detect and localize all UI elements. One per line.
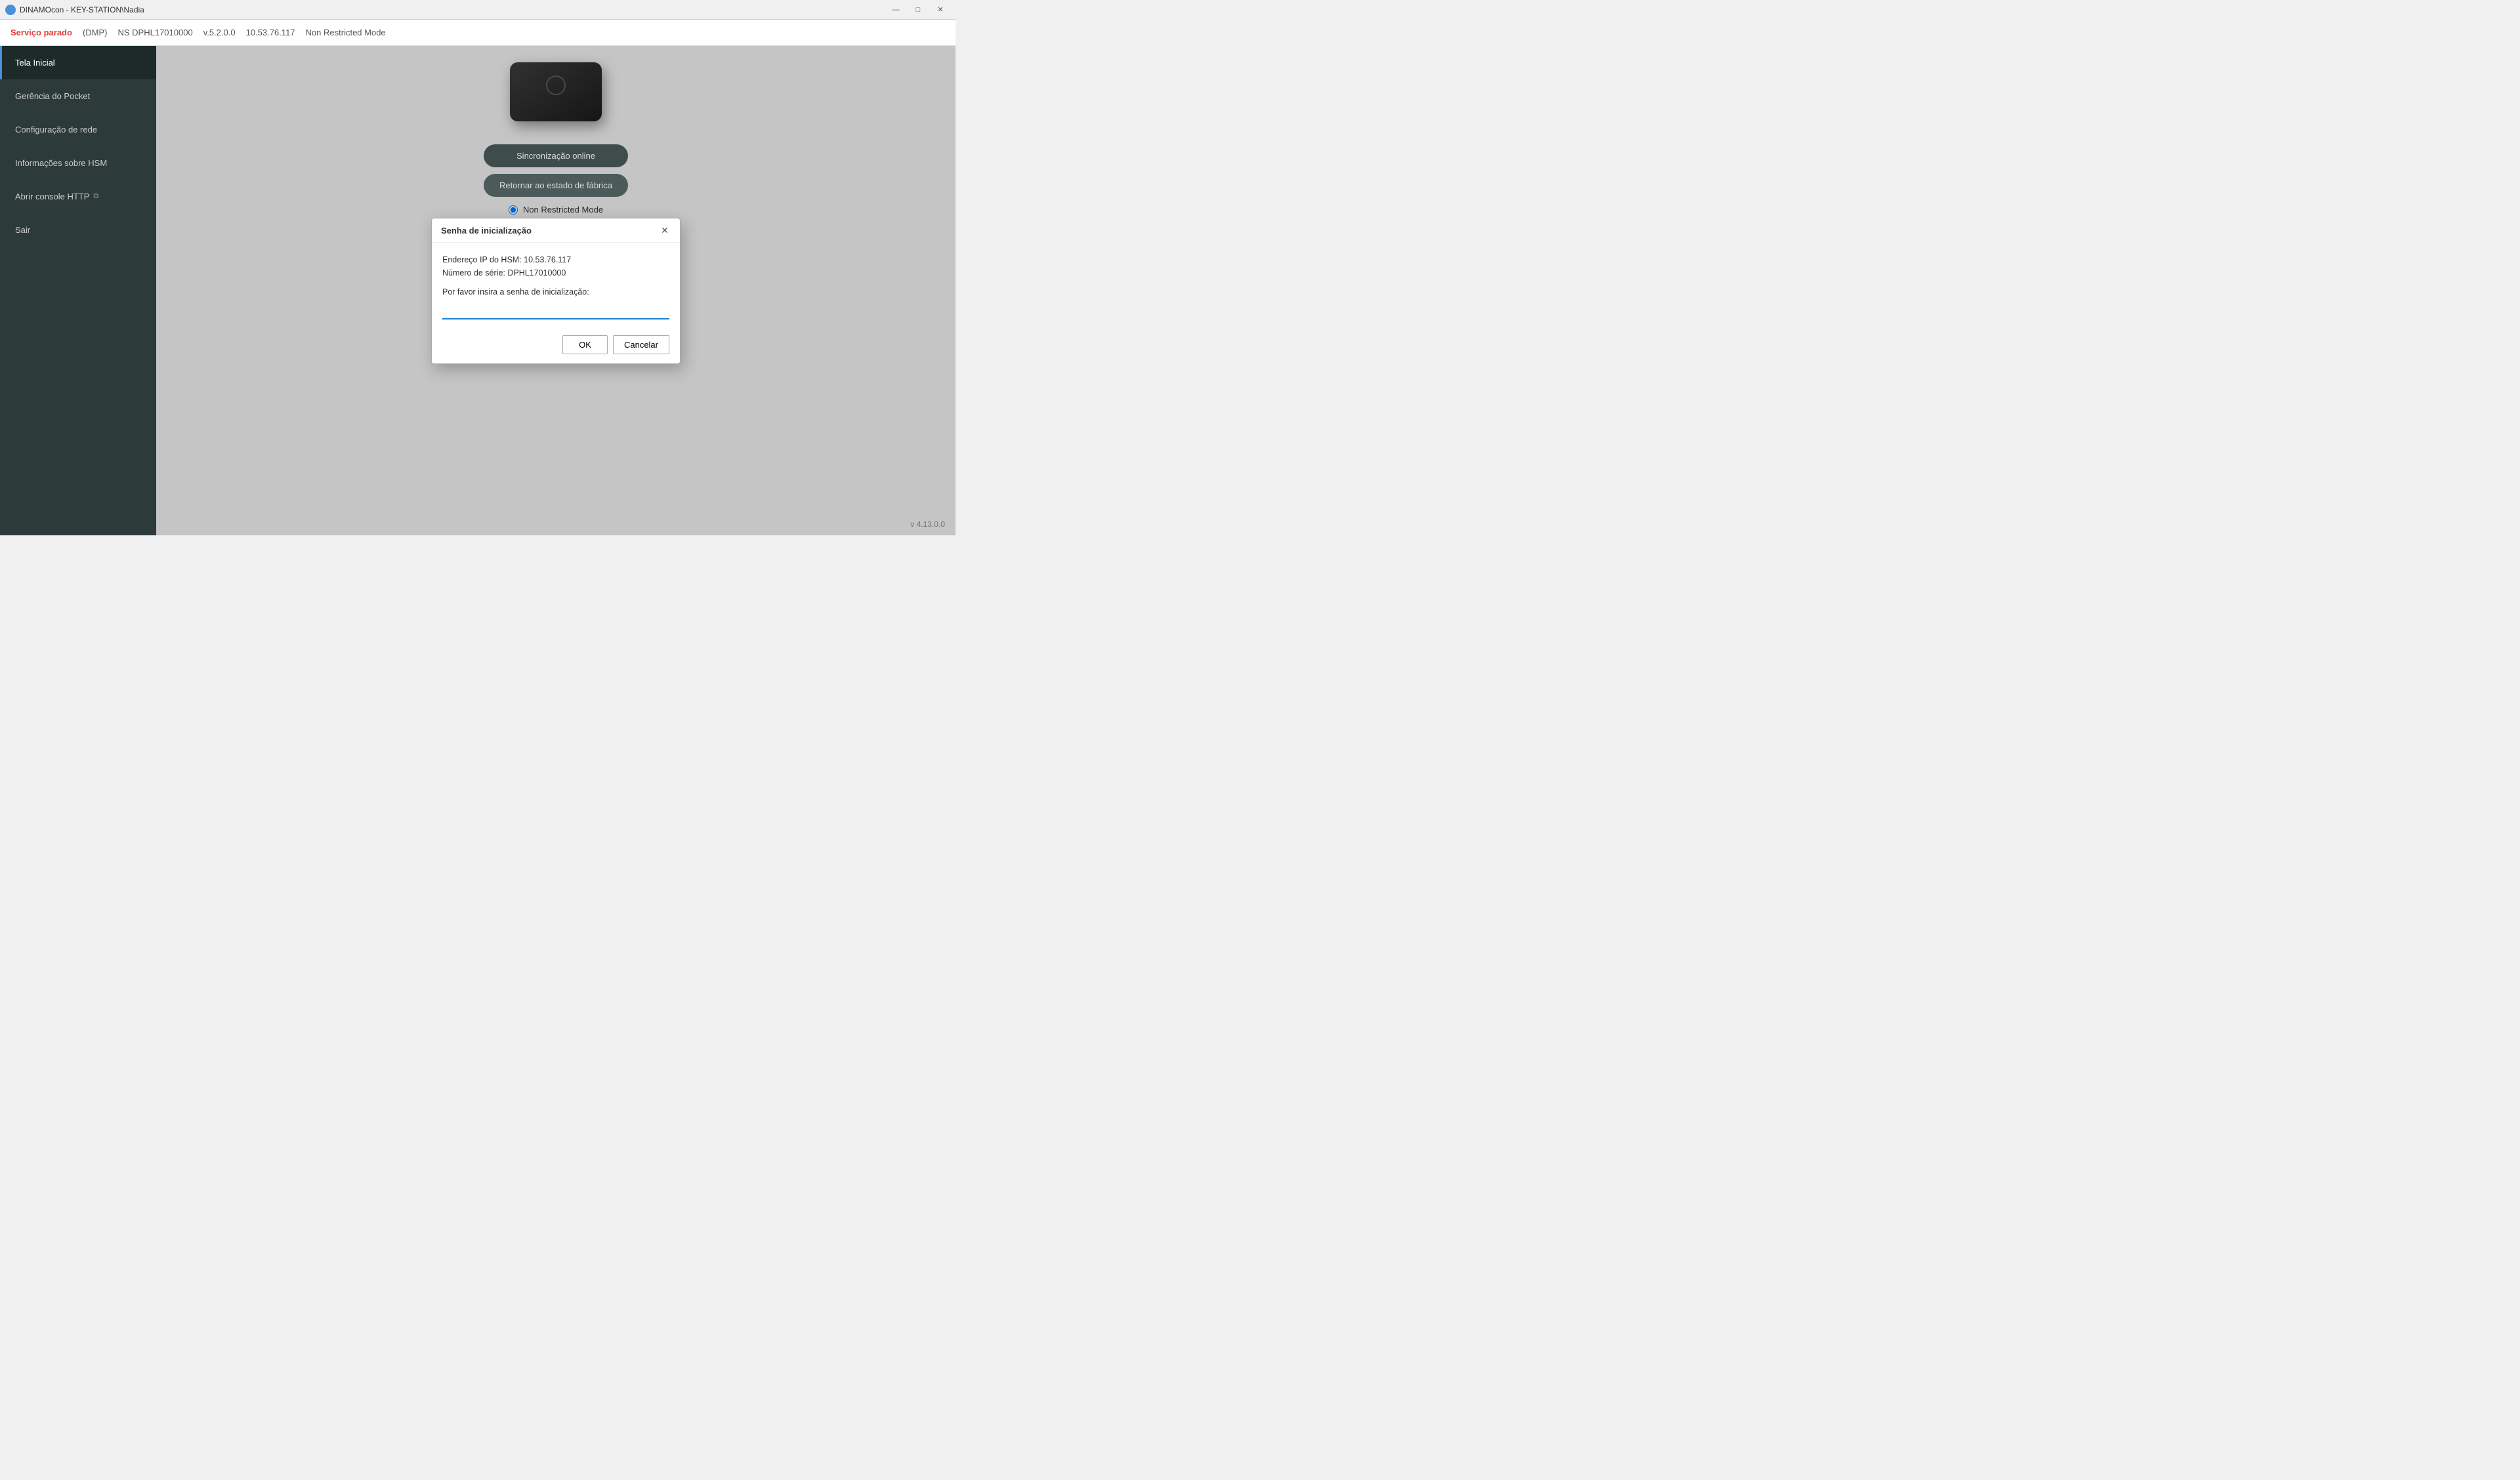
- dmp-label: (DMP): [83, 28, 108, 37]
- dialog-title-bar: Senha de inicialização ✕: [432, 218, 680, 243]
- dialog-close-button[interactable]: ✕: [659, 225, 671, 237]
- external-link-icon: ⧉: [93, 192, 98, 201]
- title-bar: DINAMOcon - KEY-STATION\Nadia — □ ✕: [0, 0, 956, 20]
- password-input[interactable]: [442, 300, 669, 319]
- title-bar-text: DINAMOcon - KEY-STATION\Nadia: [20, 5, 886, 14]
- sidebar-item-label: Sair: [15, 225, 30, 235]
- dialog-body: Endereço IP do HSM: 10.53.76.117 Número …: [432, 243, 680, 329]
- sidebar-item-sair[interactable]: Sair: [0, 213, 156, 247]
- app-icon: [5, 5, 16, 15]
- minimize-button[interactable]: —: [886, 3, 906, 16]
- sidebar-item-label: Configuração de rede: [15, 125, 97, 134]
- sidebar-item-console[interactable]: Abrir console HTTP ⧉: [0, 180, 156, 213]
- version-label: v.5.2.0.0: [203, 28, 236, 37]
- sidebar-item-tela-inicial[interactable]: Tela Inicial: [0, 46, 156, 79]
- sidebar-item-rede[interactable]: Configuração de rede: [0, 113, 156, 146]
- dialog-prompt-label: Por favor insira a senha de inicializaçã…: [442, 287, 669, 297]
- modal-overlay: Senha de inicialização ✕ Endereço IP do …: [156, 46, 956, 535]
- dialog-footer: OK Cancelar: [432, 329, 680, 363]
- sidebar-item-label: Tela Inicial: [15, 58, 55, 68]
- sidebar-item-label: Abrir console HTTP: [15, 192, 89, 201]
- sidebar-item-hsm[interactable]: Informações sobre HSM: [0, 146, 156, 180]
- cancel-button[interactable]: Cancelar: [613, 335, 669, 354]
- ok-button[interactable]: OK: [562, 335, 608, 354]
- main-layout: Tela Inicial Gerência do Pocket Configur…: [0, 46, 956, 535]
- sidebar-item-label: Gerência do Pocket: [15, 91, 90, 101]
- serial-info-label: Número de série: DPHL17010000: [442, 268, 566, 278]
- status-bar: Serviço parado (DMP) NS DPHL17010000 v.5…: [0, 20, 956, 46]
- mode-label: Non Restricted Mode: [306, 28, 386, 37]
- service-status: Serviço parado: [10, 28, 72, 37]
- ip-label: 10.53.76.117: [246, 28, 295, 37]
- close-button[interactable]: ✕: [931, 3, 950, 16]
- dialog-title: Senha de inicialização: [441, 226, 532, 236]
- content-area: Sincronização online Retornar ao estado …: [156, 46, 956, 535]
- sidebar-item-label: Informações sobre HSM: [15, 158, 107, 168]
- title-bar-controls: — □ ✕: [886, 3, 950, 16]
- ip-info-label: Endereço IP do HSM: 10.53.76.117: [442, 255, 571, 264]
- dialog-info: Endereço IP do HSM: 10.53.76.117 Número …: [442, 253, 669, 279]
- ns-label: NS DPHL17010000: [117, 28, 192, 37]
- sidebar-item-gerencia[interactable]: Gerência do Pocket: [0, 79, 156, 113]
- dialog: Senha de inicialização ✕ Endereço IP do …: [431, 218, 681, 364]
- sidebar: Tela Inicial Gerência do Pocket Configur…: [0, 46, 156, 535]
- maximize-button[interactable]: □: [908, 3, 928, 16]
